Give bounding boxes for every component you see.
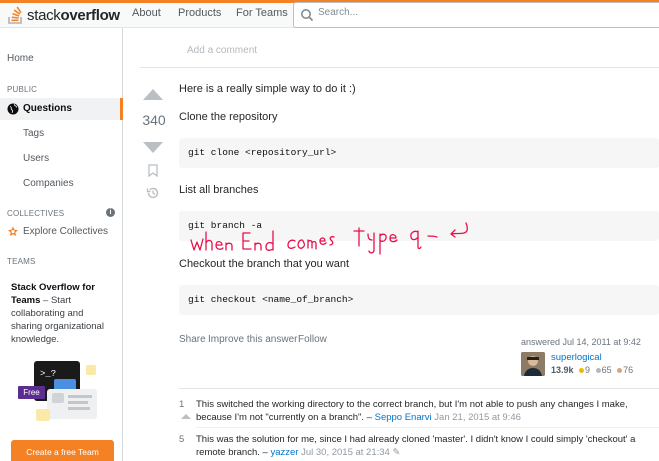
answered-timestamp: answered Jul 14, 2011 at 9:42 — [521, 337, 641, 347]
share-link[interactable]: Share — [179, 334, 206, 345]
teams-promo-text: Stack Overflow for Teams – Start collabo… — [11, 281, 111, 346]
step-checkout: Checkout the branch that you want — [179, 258, 349, 270]
sidebar-item-label: Questions — [23, 103, 72, 114]
info-icon[interactable]: i — [106, 208, 115, 217]
bronze-badge-count: 76 — [623, 365, 634, 375]
search-input[interactable] — [318, 7, 518, 18]
nav-about[interactable]: About — [132, 7, 161, 19]
free-badge: Free — [18, 386, 45, 399]
comment-user[interactable]: Seppo Enarvi — [375, 412, 432, 423]
vote-count: 340 — [142, 112, 166, 128]
code-block-checkout: git checkout <name_of_branch> — [179, 285, 659, 315]
gold-badge-icon — [579, 367, 585, 373]
comment-user[interactable]: yazzer — [270, 447, 298, 458]
comment-score: 1 — [179, 399, 185, 410]
comment-date: Jul 30, 2015 at 21:34 ✎ — [298, 447, 401, 458]
comment-upvote-icon[interactable] — [181, 414, 191, 419]
comment-score: 5 — [179, 434, 185, 445]
improve-answer-link[interactable]: Improve this answer — [208, 334, 297, 345]
step-list-branches: List all branches — [179, 184, 259, 196]
history-icon[interactable] — [146, 186, 160, 200]
handwritten-annotation — [190, 222, 468, 255]
sidebar-item-companies[interactable]: Companies — [23, 178, 74, 189]
sidebar-heading-public: PUBLIC — [7, 85, 38, 94]
silver-badge-icon — [595, 367, 601, 373]
left-sidebar: Home PUBLIC Questions Tags Users Compani… — [0, 28, 123, 461]
avatar[interactable] — [521, 352, 545, 376]
top-bar: stackoverflow About Products For Teams — [0, 0, 659, 28]
globe-icon — [7, 103, 19, 115]
sidebar-item-label: Explore Collectives — [23, 226, 109, 237]
sidebar-heading-collectives: COLLECTIVES — [7, 209, 65, 218]
author-name[interactable]: superlogical — [551, 352, 602, 363]
bookmark-icon[interactable] — [148, 164, 158, 177]
reputation: 13.9k 9 65 76 — [551, 365, 633, 375]
answer-intro: Here is a really simple way to do it :) — [179, 83, 356, 95]
sidebar-item-questions[interactable]: Questions — [0, 98, 123, 120]
avatar-image — [521, 352, 545, 376]
follow-link[interactable]: Follow — [298, 334, 327, 345]
sidebar-item-users[interactable]: Users — [23, 153, 49, 164]
nav-for-teams[interactable]: For Teams — [236, 7, 288, 19]
bronze-badge-icon — [617, 367, 623, 373]
search-box[interactable] — [293, 2, 659, 28]
nav-products[interactable]: Products — [178, 7, 221, 19]
search-icon — [301, 9, 314, 22]
comments-divider — [179, 388, 659, 389]
create-team-button[interactable]: Create a free Team — [11, 440, 114, 461]
sidebar-item-home[interactable]: Home — [7, 53, 34, 64]
downvote-button[interactable] — [143, 142, 163, 153]
silver-badge-count: 65 — [601, 365, 612, 375]
comment-divider — [196, 427, 659, 428]
comment-body: This was the solution for me, since I ha… — [196, 433, 656, 459]
svg-text:>_?: >_? — [40, 369, 56, 379]
stack-logo-icon — [8, 6, 22, 24]
add-comment-link[interactable]: Add a comment — [187, 45, 257, 56]
logo-text: stackoverflow — [27, 6, 120, 24]
sidebar-heading-teams: TEAMS — [7, 257, 36, 266]
comment-body: This switched the working directory to t… — [196, 398, 656, 424]
gold-badge-count: 9 — [585, 365, 591, 375]
upvote-button[interactable] — [143, 89, 163, 100]
collectives-icon — [8, 226, 18, 236]
comment-text: This was the solution for me, since I ha… — [196, 434, 636, 458]
sidebar-item-explore-collectives[interactable]: Explore Collectives — [7, 225, 108, 238]
sidebar-item-tags[interactable]: Tags — [23, 128, 44, 139]
stackoverflow-logo[interactable]: stackoverflow — [6, 5, 120, 25]
comment-date: Jan 21, 2015 at 9:46 — [431, 412, 521, 423]
reputation-score: 13.9k — [551, 365, 574, 375]
step-clone: Clone the repository — [179, 111, 278, 123]
code-block-clone: git clone <repository_url> — [179, 138, 659, 168]
answer-divider — [140, 67, 659, 68]
